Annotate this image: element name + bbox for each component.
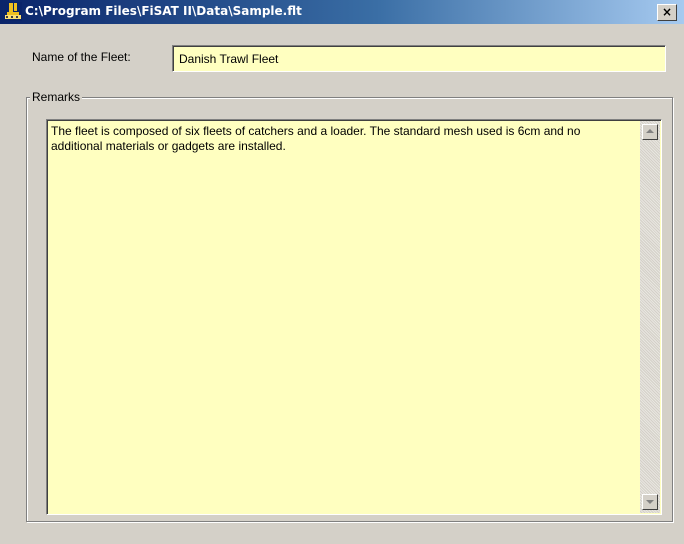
- close-button[interactable]: ×: [657, 4, 677, 21]
- remarks-scrollbar[interactable]: [640, 121, 660, 513]
- title-bar[interactable]: C:\Program Files\FiSAT II\Data\Sample.fl…: [0, 0, 684, 24]
- remarks-textarea[interactable]: The fleet is composed of six fleets of c…: [46, 119, 662, 515]
- fleet-window: C:\Program Files\FiSAT II\Data\Sample.fl…: [0, 0, 684, 544]
- remarks-group-label: Remarks: [30, 89, 83, 105]
- fisat-app-icon[interactable]: [4, 2, 22, 21]
- window-title: C:\Program Files\FiSAT II\Data\Sample.fl…: [25, 4, 302, 18]
- remarks-text[interactable]: The fleet is composed of six fleets of c…: [51, 124, 631, 154]
- scroll-down-button[interactable]: [642, 494, 658, 510]
- fleet-name-label: Name of the Fleet:: [32, 50, 131, 64]
- arrow-down-icon: [646, 500, 654, 504]
- scroll-up-button[interactable]: [642, 124, 658, 140]
- arrow-up-icon: [646, 129, 654, 133]
- fleet-name-input[interactable]: [172, 45, 666, 72]
- close-icon: ×: [661, 5, 673, 19]
